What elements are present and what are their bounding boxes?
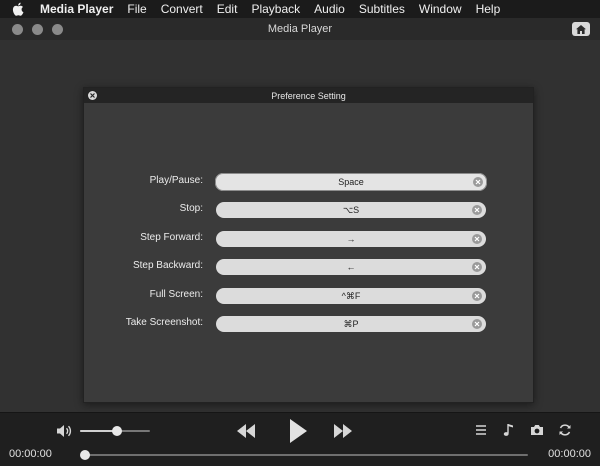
clear-shortcut-button[interactable] bbox=[473, 177, 483, 187]
rewind-icon bbox=[237, 424, 255, 438]
pref-row-stop: Stop: ⌥S bbox=[84, 202, 533, 218]
snapshot-button[interactable] bbox=[529, 422, 545, 438]
shortcut-value: Space bbox=[338, 177, 364, 187]
volume-icon[interactable] bbox=[55, 422, 73, 440]
playlist-button[interactable] bbox=[474, 422, 488, 438]
clear-shortcut-button[interactable] bbox=[472, 234, 482, 244]
clear-shortcut-button[interactable] bbox=[472, 205, 482, 215]
menu-app[interactable]: Media Player bbox=[40, 2, 113, 16]
menu-edit[interactable]: Edit bbox=[217, 2, 238, 16]
shortcut-value: ^⌘F bbox=[341, 290, 361, 301]
menu-audio[interactable]: Audio bbox=[314, 2, 345, 16]
pref-row-full-screen: Full Screen: ^⌘F bbox=[84, 288, 533, 304]
loop-icon bbox=[559, 424, 571, 436]
window-zoom-button[interactable] bbox=[52, 24, 63, 35]
shortcut-field-take-screenshot[interactable]: ⌘P bbox=[216, 316, 486, 332]
pref-label: Take Screenshot: bbox=[125, 317, 203, 328]
clear-icon bbox=[474, 293, 480, 299]
seek-bar-track[interactable] bbox=[82, 454, 528, 456]
current-time: 00:00:00 bbox=[9, 448, 52, 460]
menu-subtitles[interactable]: Subtitles bbox=[359, 2, 405, 16]
camera-icon bbox=[531, 425, 543, 435]
playback-controls: 00:00:00 00:00:00 bbox=[0, 412, 600, 466]
loop-button[interactable] bbox=[557, 422, 573, 438]
preference-dialog-title: Preference Setting bbox=[271, 90, 346, 101]
apple-icon[interactable] bbox=[12, 2, 24, 16]
playlist-icon bbox=[476, 425, 486, 435]
volume-slider-thumb[interactable] bbox=[112, 426, 123, 436]
preference-close-button[interactable] bbox=[88, 91, 97, 100]
pref-row-step-backward: Step Backward: ← bbox=[84, 259, 533, 275]
menu-help[interactable]: Help bbox=[476, 2, 501, 16]
close-icon bbox=[90, 93, 95, 98]
menu-window[interactable]: Window bbox=[419, 2, 462, 16]
play-icon bbox=[290, 419, 307, 443]
preference-dialog-header: Preference Setting bbox=[84, 88, 533, 103]
clear-icon bbox=[474, 207, 480, 213]
shortcut-field-step-forward[interactable]: → bbox=[216, 231, 486, 247]
shortcut-field-play-pause[interactable]: Space bbox=[215, 173, 487, 191]
pref-label: Step Backward: bbox=[132, 260, 203, 271]
rewind-button[interactable] bbox=[236, 423, 256, 439]
clear-icon bbox=[475, 179, 481, 185]
shortcut-field-step-backward[interactable]: ← bbox=[216, 259, 486, 275]
clear-shortcut-button[interactable] bbox=[472, 291, 482, 301]
clear-icon bbox=[474, 264, 480, 270]
shortcut-value: ← bbox=[346, 262, 356, 272]
pref-row-take-screenshot: Take Screenshot: ⌘P bbox=[84, 316, 533, 332]
total-time: 00:00:00 bbox=[548, 448, 591, 460]
play-button[interactable] bbox=[288, 418, 308, 444]
audio-track-button[interactable] bbox=[502, 422, 516, 438]
fast-forward-icon bbox=[334, 424, 352, 438]
window-title-bar: Media Player bbox=[0, 18, 600, 40]
shortcut-field-stop[interactable]: ⌥S bbox=[216, 202, 486, 218]
clear-shortcut-button[interactable] bbox=[472, 319, 482, 329]
clear-shortcut-button[interactable] bbox=[472, 262, 482, 272]
menu-playback[interactable]: Playback bbox=[251, 2, 300, 16]
shortcut-value: ⌘P bbox=[343, 318, 359, 329]
menu-bar: Media Player File Convert Edit Playback … bbox=[0, 0, 600, 18]
seek-bar-thumb[interactable] bbox=[80, 450, 90, 460]
window-minimize-button[interactable] bbox=[32, 24, 43, 35]
window-close-button[interactable] bbox=[12, 24, 23, 35]
home-icon bbox=[576, 24, 586, 34]
pref-label: Stop: bbox=[179, 203, 203, 214]
pref-label: Step Forward: bbox=[140, 232, 203, 243]
shortcut-value: ⌥S bbox=[342, 204, 360, 215]
pref-row-step-forward: Step Forward: → bbox=[84, 231, 533, 247]
music-note-icon bbox=[503, 424, 513, 436]
clear-icon bbox=[474, 236, 480, 242]
window-title: Media Player bbox=[267, 23, 333, 35]
fast-forward-button[interactable] bbox=[333, 423, 353, 439]
pref-row-play-pause: Play/Pause: Space bbox=[84, 173, 533, 191]
pref-label: Full Screen: bbox=[149, 289, 203, 300]
home-button[interactable] bbox=[572, 22, 590, 36]
preference-dialog: Preference Setting Play/Pause: Space Sto… bbox=[83, 87, 534, 403]
menu-convert[interactable]: Convert bbox=[161, 2, 203, 16]
shortcut-field-full-screen[interactable]: ^⌘F bbox=[216, 288, 486, 304]
menu-file[interactable]: File bbox=[127, 2, 146, 16]
shortcut-value: → bbox=[346, 234, 356, 244]
pref-label: Play/Pause: bbox=[149, 175, 203, 186]
clear-icon bbox=[474, 321, 480, 327]
